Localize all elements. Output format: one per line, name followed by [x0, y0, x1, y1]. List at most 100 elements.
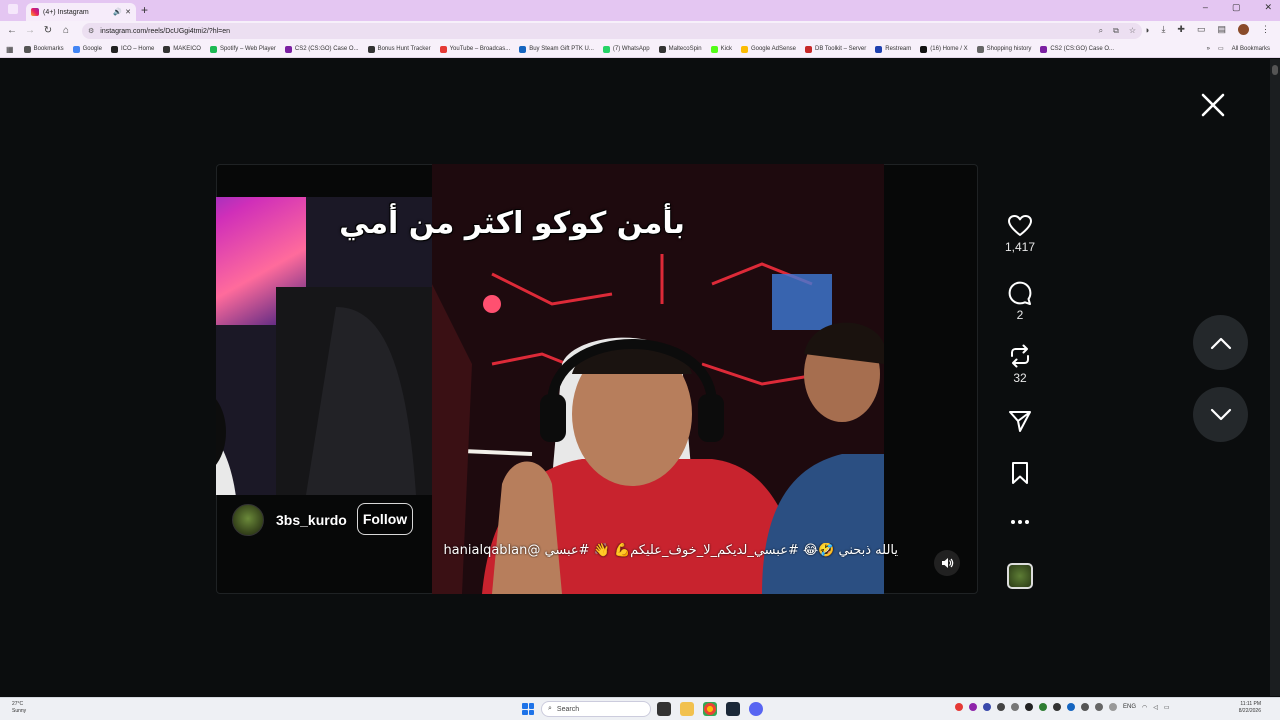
speaker-icon[interactable]: 🔊: [113, 8, 122, 16]
bookmark-label: Bonus Hunt Tracker: [377, 46, 431, 52]
minimize-button[interactable]: –: [1203, 2, 1208, 13]
author-username[interactable]: 3bs_kurdo: [276, 512, 347, 528]
bookmark-item[interactable]: (16) Home / X: [920, 45, 968, 53]
apps-grid-icon[interactable]: ▦: [6, 45, 14, 54]
taskbar-search[interactable]: ⌕ Search: [541, 701, 651, 717]
like-action[interactable]: 1,417: [1000, 214, 1040, 254]
input-language[interactable]: ENG: [1123, 704, 1136, 710]
bookmark-item[interactable]: Buy Steam Gift PTK U...: [519, 45, 594, 53]
bookmark-item[interactable]: (7) WhatsApp: [602, 45, 650, 53]
browser-tab-bar: (4+) Instagram 🔊 ✕ + – ▢ ✕: [0, 0, 1280, 21]
volume-icon[interactable]: ◁: [1153, 704, 1158, 711]
tts-icon[interactable]: ◑: [1144, 25, 1149, 35]
tab-close-icon[interactable]: ✕: [125, 8, 131, 16]
more-options[interactable]: [1000, 514, 1040, 530]
tray-app-icon-11[interactable]: [1095, 703, 1103, 711]
tab-search-icon[interactable]: [8, 4, 18, 14]
tray-chevron-icon[interactable]: [1109, 703, 1117, 711]
tray-app-icon-3[interactable]: [983, 703, 991, 711]
tray-app-icon-2[interactable]: [969, 703, 977, 711]
bookmark-item[interactable]: Kick: [710, 45, 732, 53]
next-reel-button[interactable]: [1193, 387, 1248, 442]
steam-icon[interactable]: [726, 702, 740, 716]
bookmark-item[interactable]: MaltecoSpin: [658, 45, 702, 53]
download-icon[interactable]: ⤓: [1161, 24, 1165, 35]
bookmark-item[interactable]: Bonus Hunt Tracker: [367, 45, 431, 53]
bookmark-item[interactable]: YouTube – Broadcas...: [439, 45, 510, 53]
wifi-icon[interactable]: ◠: [1142, 704, 1147, 711]
install-app-icon[interactable]: ⧉: [1113, 23, 1119, 39]
follow-button[interactable]: Follow: [357, 503, 413, 535]
reel-caption[interactable]: يالله ذبحني 🤣😂 #عبسي_لديكم_لا_خوف_عليكم💪…: [420, 543, 898, 558]
windows-taskbar: 27°C Sunny ⌕ Search ENG ◠ ◁ ▭ 11:11 PM 8…: [0, 697, 1280, 720]
chrome-icon[interactable]: [703, 702, 717, 716]
author-avatar[interactable]: [232, 504, 264, 536]
bookmark-item[interactable]: Spotify – Web Player: [209, 45, 276, 53]
bookmark-label: CS2 (CS:GO) Case O...: [294, 46, 359, 52]
all-bookmarks[interactable]: » ▭ All Bookmarks: [1207, 41, 1270, 57]
more-dots-icon[interactable]: [1007, 514, 1033, 530]
previous-reel-button[interactable]: [1193, 315, 1248, 370]
bookmarks-overflow-icon[interactable]: »: [1207, 41, 1210, 57]
maximize-button[interactable]: ▢: [1232, 2, 1241, 13]
bookmark-favicon-icon: [209, 45, 217, 53]
tray-app-icon-9[interactable]: [1067, 703, 1075, 711]
bookmark-item[interactable]: ICO – Home: [110, 45, 154, 53]
address-bar[interactable]: ⚙ instagram.com/reels/DcUGgi4tmi2/?hl=en…: [82, 23, 1142, 39]
bookmark-star-icon[interactable]: ☆: [1129, 23, 1136, 39]
bookmark-item[interactable]: Bookmarks: [23, 45, 64, 53]
page-scrollbar[interactable]: [1270, 59, 1280, 696]
tray-app-icon-6[interactable]: [1025, 703, 1033, 711]
forward-arrow-icon[interactable]: →: [24, 24, 36, 38]
scrollbar-thumb[interactable]: [1272, 65, 1278, 75]
bookmark-item[interactable]: CS2 (CS:GO) Case O...: [284, 45, 359, 53]
new-tab-button[interactable]: +: [141, 3, 148, 17]
zoom-icon[interactable]: ⌕: [1099, 23, 1103, 39]
close-icon[interactable]: [1199, 91, 1227, 119]
url-text: instagram.com/reels/DcUGgi4tmi2/?hl=en: [100, 27, 231, 35]
tray-app-icon-10[interactable]: [1081, 703, 1089, 711]
heart-icon[interactable]: [1007, 214, 1033, 238]
profile-avatar[interactable]: [1238, 24, 1249, 35]
tray-app-icon-1[interactable]: [955, 703, 963, 711]
file-explorer-icon[interactable]: [680, 702, 694, 716]
save-action[interactable]: [1000, 460, 1040, 486]
bookmark-item[interactable]: Google: [72, 45, 102, 53]
tray-app-icon-8[interactable]: [1053, 703, 1061, 711]
windows-start-icon[interactable]: [522, 703, 534, 715]
discord-icon[interactable]: [749, 702, 763, 716]
tab-group-icon[interactable]: ▤: [1217, 24, 1226, 35]
share-action[interactable]: [1000, 408, 1040, 434]
repost-action[interactable]: 32: [1000, 343, 1040, 385]
share-paper-plane-icon[interactable]: [1007, 408, 1033, 434]
task-view-icon[interactable]: [657, 702, 671, 716]
tray-app-icon-5[interactable]: [1011, 703, 1019, 711]
bookmark-item[interactable]: Shopping history: [976, 45, 1031, 53]
repost-icon[interactable]: [1007, 343, 1033, 369]
bookmark-item[interactable]: CS2 (CS:GO) Case O...: [1040, 45, 1114, 53]
bookmark-icon[interactable]: [1009, 460, 1031, 486]
tray-app-icon-7[interactable]: [1039, 703, 1047, 711]
original-audio-thumbnail[interactable]: [1007, 563, 1033, 589]
side-panel-icon[interactable]: ▭: [1197, 24, 1206, 35]
site-info-icon[interactable]: ⚙: [88, 27, 94, 35]
browser-tab-instagram[interactable]: (4+) Instagram 🔊 ✕: [26, 3, 136, 21]
bookmark-item[interactable]: MAKEICO: [163, 45, 201, 53]
weather-widget[interactable]: 27°C Sunny: [12, 701, 26, 715]
home-icon[interactable]: ⌂: [60, 24, 72, 38]
bookmark-item[interactable]: Google AdSense: [740, 45, 796, 53]
comment-action[interactable]: 2: [1000, 280, 1040, 322]
battery-icon[interactable]: ▭: [1164, 704, 1170, 711]
bookmark-item[interactable]: Restream: [875, 45, 911, 53]
window-close-button[interactable]: ✕: [1264, 2, 1272, 13]
reload-icon[interactable]: ↻: [42, 24, 54, 38]
menu-dots-icon[interactable]: ⋮: [1261, 24, 1270, 35]
bookmark-item[interactable]: DB Toolkit – Server: [805, 45, 866, 53]
extensions-icon[interactable]: ✚: [1177, 24, 1185, 35]
mute-toggle[interactable]: [934, 550, 960, 576]
back-arrow-icon[interactable]: ←: [6, 24, 18, 38]
system-clock[interactable]: 11:11 PM 8/22/2026: [1231, 701, 1261, 715]
tray-app-icon-4[interactable]: [997, 703, 1005, 711]
comment-bubble-icon[interactable]: [1007, 280, 1033, 306]
reel-author[interactable]: 3bs_kurdo: [232, 504, 347, 536]
